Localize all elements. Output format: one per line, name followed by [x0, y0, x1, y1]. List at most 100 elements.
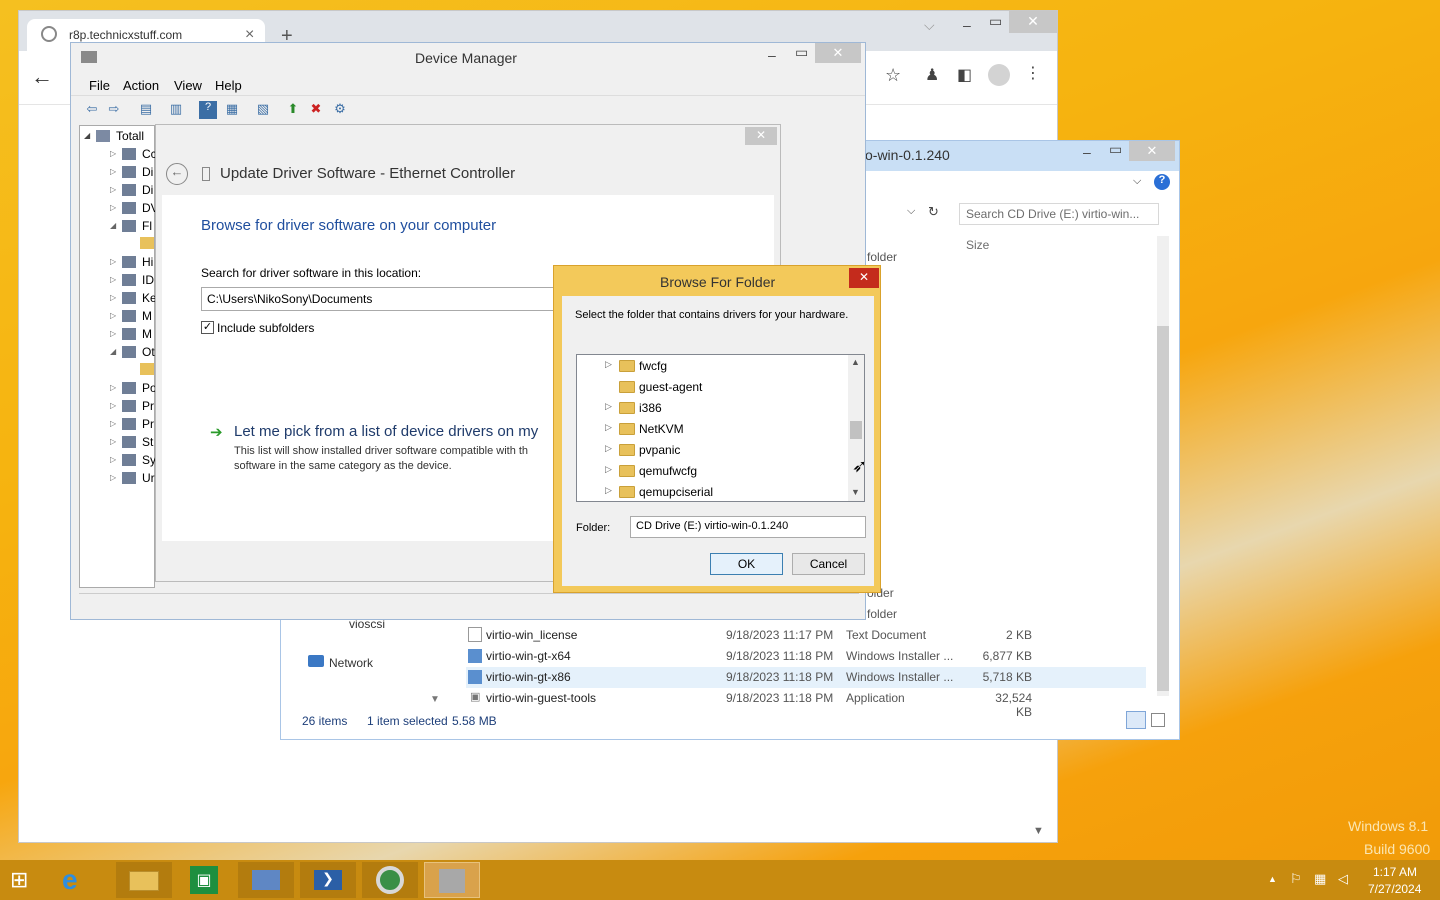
server-manager-taskbar-button[interactable] [238, 862, 294, 898]
folder-item[interactable]: ▷ qemufwcfg [597, 463, 837, 483]
scroll-down-icon[interactable]: ▼ [851, 487, 860, 497]
minimize-icon[interactable]: – [768, 47, 776, 63]
scan-icon[interactable]: ▧ [254, 101, 272, 119]
expand-icon[interactable]: ▷ [110, 185, 116, 194]
device-manager-taskbar-button[interactable] [424, 862, 480, 898]
show-hide-icon[interactable]: ▤ [137, 101, 155, 119]
folder-item[interactable]: ▷ qemupciserial [597, 484, 837, 504]
back-icon[interactable]: ⇦ [83, 101, 101, 119]
include-subfolders-checkbox[interactable]: ✓ [201, 321, 214, 334]
update-driver-icon[interactable]: ⬆ [284, 101, 302, 119]
expand-icon[interactable]: ▷ [110, 437, 116, 446]
chrome-taskbar-button[interactable] [362, 862, 418, 898]
minimize-icon[interactable]: – [1083, 144, 1091, 160]
maximize-icon[interactable]: ▭ [1109, 141, 1122, 158]
nav-scroll-down-icon[interactable]: ▼ [430, 694, 440, 705]
expand-icon[interactable]: ▷ [605, 422, 612, 433]
tree-category[interactable]: Pr [142, 417, 154, 431]
expand-icon[interactable]: ▷ [110, 473, 116, 482]
sidepanel-icon[interactable]: ◧ [957, 65, 972, 85]
menu-view[interactable]: View [174, 78, 202, 93]
details-view-icon[interactable] [1126, 711, 1146, 729]
file-row-selected[interactable]: virtio-win-gt-x86 9/18/2023 11:18 PM Win… [466, 667, 1146, 688]
tree-category[interactable]: Pr [142, 399, 154, 413]
menu-file[interactable]: File [89, 78, 110, 93]
scan-hardware-icon[interactable]: ⚙ [331, 101, 349, 119]
ie-icon[interactable]: e [62, 864, 78, 896]
uninstall-icon[interactable]: ✖ [307, 101, 325, 119]
expand-icon[interactable]: ▷ [110, 275, 116, 284]
folder-item[interactable]: ▷ pvpanic [597, 442, 837, 462]
show-hidden-icons[interactable]: ▲ [1268, 874, 1277, 884]
pick-from-list-link[interactable]: Let me pick from a list of device driver… [234, 423, 538, 440]
tree-root[interactable]: Totall [116, 129, 144, 143]
expand-icon[interactable]: ▷ [110, 383, 116, 392]
back-arrow-icon[interactable]: ← [166, 163, 188, 185]
volume-icon[interactable]: ◁ [1338, 871, 1348, 887]
tree-category[interactable]: Di [142, 165, 153, 179]
close-window-button[interactable]: ✕ [745, 127, 777, 145]
path-input[interactable]: C:\Users\NikoSony\Documents [201, 287, 561, 311]
search-input[interactable]: Search CD Drive (E:) virtio-win... [959, 203, 1159, 225]
avatar[interactable] [988, 64, 1010, 86]
close-window-button[interactable]: ✕ [815, 43, 861, 63]
explorer-taskbar-button[interactable] [116, 862, 172, 898]
expand-ribbon-icon[interactable]: ⌵ [1133, 175, 1141, 188]
tree-category[interactable]: Hi [142, 255, 153, 269]
cancel-button[interactable]: Cancel [792, 553, 865, 575]
clock-time[interactable]: 1:17 AM [1373, 865, 1417, 879]
column-size[interactable]: Size [966, 238, 989, 252]
extensions-icon[interactable]: ♟ [925, 65, 939, 85]
properties-icon[interactable]: ▥ [167, 101, 185, 119]
clock-date[interactable]: 7/27/2024 [1368, 882, 1421, 896]
tree-category[interactable]: St [142, 435, 153, 449]
start-button[interactable]: ⊞ [10, 868, 38, 892]
folder-item[interactable]: ▷ i386 [597, 400, 837, 420]
refresh-icon[interactable]: ↻ [928, 204, 939, 220]
scrollbar[interactable] [1157, 236, 1169, 696]
maximize-icon[interactable]: ▭ [989, 13, 1002, 30]
maximize-icon[interactable]: ▭ [795, 44, 808, 61]
star-icon[interactable]: ☆ [885, 65, 901, 86]
close-window-button[interactable]: ✕ [1129, 141, 1175, 161]
expand-icon[interactable]: ▷ [110, 329, 116, 338]
scroll-down-icon[interactable]: ▼ [1033, 825, 1044, 837]
forward-icon[interactable]: ⇨ [105, 101, 123, 119]
store-icon[interactable]: ▣ [190, 866, 218, 894]
scroll-thumb[interactable] [1157, 326, 1169, 691]
scroll-thumb[interactable] [850, 421, 862, 439]
thumbnails-view-icon[interactable] [1151, 713, 1165, 727]
back-arrow-icon[interactable]: ← [31, 64, 53, 90]
dropdown-icon[interactable]: ⌵ [907, 205, 915, 218]
folder-item[interactable]: ▷ NetKVM [597, 421, 837, 441]
chevron-down-icon[interactable]: ⌵ [924, 17, 935, 34]
expand-icon[interactable]: ▷ [605, 401, 612, 412]
tree-category[interactable]: ID [142, 273, 154, 287]
close-dialog-button[interactable]: ✕ [849, 268, 879, 288]
expand-icon[interactable]: ▷ [110, 167, 116, 176]
warning-device-icon[interactable] [140, 363, 154, 375]
scroll-up-icon[interactable]: ▲ [851, 357, 860, 367]
expand-icon[interactable]: ▷ [110, 401, 116, 410]
expand-icon[interactable]: ▷ [110, 311, 116, 320]
expand-icon[interactable]: ◢ [110, 347, 116, 356]
collapse-icon[interactable]: ◢ [84, 131, 90, 140]
menu-help[interactable]: Help [215, 78, 242, 93]
flag-icon[interactable]: ⚐ [1290, 871, 1302, 887]
warning-device-icon[interactable] [140, 237, 154, 249]
expand-icon[interactable]: ▷ [110, 203, 116, 212]
expand-icon[interactable]: ▷ [110, 455, 116, 464]
tree-category[interactable]: Di [142, 183, 153, 197]
nav-network[interactable]: Network [329, 656, 373, 670]
network-status-icon[interactable]: ▦ [1314, 871, 1326, 887]
expand-icon[interactable]: ▷ [605, 443, 612, 454]
expand-icon[interactable]: ▷ [605, 485, 612, 496]
folder-input[interactable]: CD Drive (E:) virtio-win-0.1.240 [630, 516, 866, 538]
tree-category[interactable]: M [142, 309, 152, 323]
view-icon[interactable]: ▦ [223, 101, 241, 119]
help-icon[interactable]: ? [1154, 174, 1170, 190]
tree-category[interactable]: Sy [142, 453, 156, 467]
tree-category[interactable]: Ot [142, 345, 155, 359]
expand-icon[interactable]: ▷ [110, 293, 116, 302]
minimize-icon[interactable]: – [963, 17, 971, 33]
